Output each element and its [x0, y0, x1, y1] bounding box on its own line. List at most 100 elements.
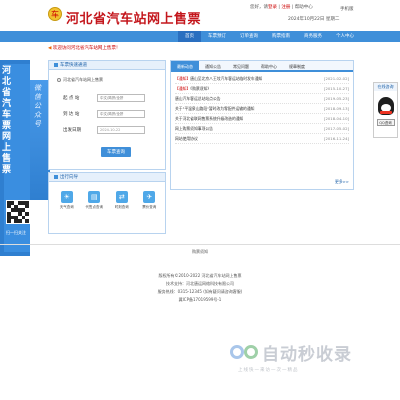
list-item[interactable]: 唐山汽车客运总站站点公告 [2019-05-23] [175, 94, 349, 104]
origin-label: 起 点 站 [63, 96, 80, 101]
service-panel: 出行向导 ☀ 天气查询 ▤ 代售点查询 ⇄ 时刻查询 ✈ 票价查询 [48, 172, 166, 234]
footer-icp[interactable]: 冀ICP备17019599号-1 [0, 296, 400, 304]
ticket-panel-icon [54, 62, 58, 67]
news-title-wrap: 网上购票须知事项公告 [175, 124, 295, 133]
news-panel: 最新动态 通知公告 常见问题 帮助中心 规章制度 【通知】唐山至北京八王坟汽车客… [170, 60, 354, 190]
query-button[interactable]: 车票查询 [101, 147, 131, 157]
tab-latest[interactable]: 最新动态 [171, 61, 199, 70]
footer-tech-support: 技术支持：河北唐运网络科技有限公司 [166, 281, 234, 286]
qr-pattern [7, 201, 29, 223]
service-panel-header: 出行向导 [49, 173, 165, 182]
service-label: 天气查询 [59, 205, 74, 209]
qq-consult-button[interactable]: QQ咨询 [376, 119, 395, 126]
news-title-wrap: 【通知】《购票须知》 [175, 84, 295, 93]
more-link[interactable]: 更多>> [335, 179, 349, 185]
departure-date-input[interactable] [97, 126, 145, 134]
service-panel-title: 出行向导 [60, 175, 78, 180]
footer-copyright: 版权所有©2010-2022 河北省汽车站网上售票 [158, 273, 242, 278]
current-date: 2024年10月22日 [288, 17, 325, 22]
weather-icon: ☀ [60, 191, 73, 203]
origin-input[interactable] [97, 94, 145, 102]
list-item[interactable]: 关于"平温泉山路段"暂时改为零配件运输的通知 [2018-09-13] [175, 104, 349, 114]
news-title[interactable]: 唐山汽车客运总站站点公告 [175, 96, 221, 101]
news-title[interactable]: 关于河北省联网售票系统升级改造的通知 [175, 116, 243, 121]
news-tag: 【通知】 [175, 86, 191, 91]
news-date: [2016-11-24] [323, 136, 349, 141]
news-title[interactable]: 网上购票须知事项公告 [175, 126, 213, 131]
watermark-logo-icon [230, 341, 260, 363]
qq-consult-widget: 在线咨询 QQ咨询 [373, 82, 398, 138]
news-title-wrap: 关于河北省联网售票系统升级改造的通知 [175, 114, 295, 123]
news-title[interactable]: 关于"平温泉山路段"暂时改为零配件运输的通知 [175, 106, 254, 111]
news-date: [2018-09-13] [323, 106, 349, 111]
wechat-promo-banner[interactable]: 河北省汽车票网上售票 扫一扫关注 [0, 60, 30, 256]
service-agency[interactable]: ▤ 代售点查询 [83, 191, 105, 210]
help-link[interactable]: 帮助中心 [295, 5, 313, 10]
footer-link-purchase-notice[interactable]: 购票须知 [192, 249, 208, 254]
tab-faq[interactable]: 常见问题 [227, 61, 255, 70]
ticket-type-option[interactable]: 河北省汽车站网上售票 [57, 77, 103, 83]
service-label: 票价查询 [142, 205, 157, 209]
list-item[interactable]: 【通知】《购票须知》 [2015-10-27] [175, 84, 349, 94]
site-title[interactable]: 河北省汽车站网上售票 [66, 8, 201, 27]
promo-caption: 扫一扫关注 [6, 230, 26, 235]
date-label: 出发日期 [63, 128, 81, 133]
main-nav: 首页 车票预订 订单查询 购票指南 商务服务 个人中心 [0, 31, 400, 42]
news-date: [2019-05-23] [323, 96, 349, 101]
news-date: [2017-05-02] [323, 126, 349, 131]
tab-help[interactable]: 帮助中心 [255, 61, 283, 70]
speaker-icon: ◀ [48, 46, 52, 51]
greeting-text: 您好，请 [250, 5, 268, 10]
watermark: 自动秒收录 [230, 340, 352, 365]
service-fare[interactable]: ✈ 票价查询 [138, 191, 160, 210]
list-item[interactable]: 【通知】唐山至北京八王坟汽车客运站临时发车通知 [2021-02-02] [175, 74, 349, 84]
date-bar: 2024年10月22日 星期二 [288, 16, 339, 22]
news-date: [2015-10-27] [323, 86, 349, 91]
news-date: [2021-02-02] [323, 76, 349, 81]
news-tabs: 最新动态 通知公告 常见问题 帮助中心 规章制度 [171, 61, 353, 72]
site-logo-icon[interactable]: 车 [48, 7, 62, 21]
nav-item-orders[interactable]: 订单查询 [233, 31, 265, 42]
destination-input[interactable] [97, 110, 145, 118]
news-list: 【通知】唐山至北京八王坟汽车客运站临时发车通知 [2021-02-02] 【通知】… [171, 72, 353, 146]
service-weather[interactable]: ☀ 天气查询 [56, 191, 78, 210]
login-link[interactable]: 登录 [268, 5, 277, 10]
tab-notices[interactable]: 通知公告 [199, 61, 227, 70]
list-item[interactable]: 网站使用协议 [2016-11-24] [175, 134, 349, 144]
news-tag: 【通知】 [175, 76, 191, 81]
ticket-panel-header: 车票快速通道 [49, 61, 165, 70]
promo-side: 微信公众号 [30, 80, 50, 200]
news-title[interactable]: 《购票须知》 [190, 86, 211, 91]
tab-rules[interactable]: 规章制度 [283, 61, 311, 70]
route-icon: ⇄ [115, 191, 128, 203]
news-title[interactable]: 网站使用协议 [175, 136, 198, 141]
wechat-qr-code [6, 200, 30, 224]
nav-item-guide[interactable]: 购票指南 [265, 31, 297, 42]
mobile-link[interactable]: 手机版 [340, 6, 354, 12]
notice-text[interactable]: 欢迎访问河北省汽车站网上售票！ [53, 46, 121, 51]
news-title-wrap: 关于"平温泉山路段"暂时改为零配件运输的通知 [175, 104, 295, 113]
watermark-brand: 自动秒收录 [262, 344, 352, 365]
footer-links: 购票须知 [0, 244, 400, 258]
nav-item-home[interactable]: 首页 [178, 31, 201, 42]
nav-item-account[interactable]: 个人中心 [329, 31, 361, 42]
qq-penguin-icon [377, 97, 394, 115]
service-label: 时刻查询 [114, 205, 129, 209]
radio-icon[interactable] [57, 78, 61, 82]
news-title-wrap: 网站使用协议 [175, 134, 295, 143]
promo-title: 河北省汽车票网上售票 [2, 66, 12, 175]
service-label: 代售点查询 [85, 205, 104, 209]
destination-label: 到 达 站 [63, 112, 80, 117]
news-title[interactable]: 唐山至北京八王坟汽车客运站临时发车通知 [190, 76, 262, 81]
service-schedule[interactable]: ⇄ 时刻查询 [111, 191, 133, 210]
current-weekday: 星期二 [325, 17, 340, 22]
list-item[interactable]: 网上购票须知事项公告 [2017-05-02] [175, 124, 349, 134]
list-item[interactable]: 关于河北省联网售票系统升级改造的通知 [2018-04-10] [175, 114, 349, 124]
nav-item-business[interactable]: 商务服务 [297, 31, 329, 42]
ticket-query-panel: 车票快速通道 河北省汽车站网上售票 起 点 站 到 达 站 出发日期 车票查询 [48, 60, 166, 170]
nav-item-booking[interactable]: 车票预订 [201, 31, 233, 42]
user-bar: 您好，请登录 | 注册 | 帮助中心 [250, 4, 313, 10]
watermark-subtitle: 上线快一来访一次一精品 [238, 368, 299, 373]
top-header: 车 河北省汽车站网上售票 您好，请登录 | 注册 | 帮助中心 2024年10月… [0, 0, 400, 30]
ticket-panel-title: 车票快速通道 [60, 63, 87, 68]
